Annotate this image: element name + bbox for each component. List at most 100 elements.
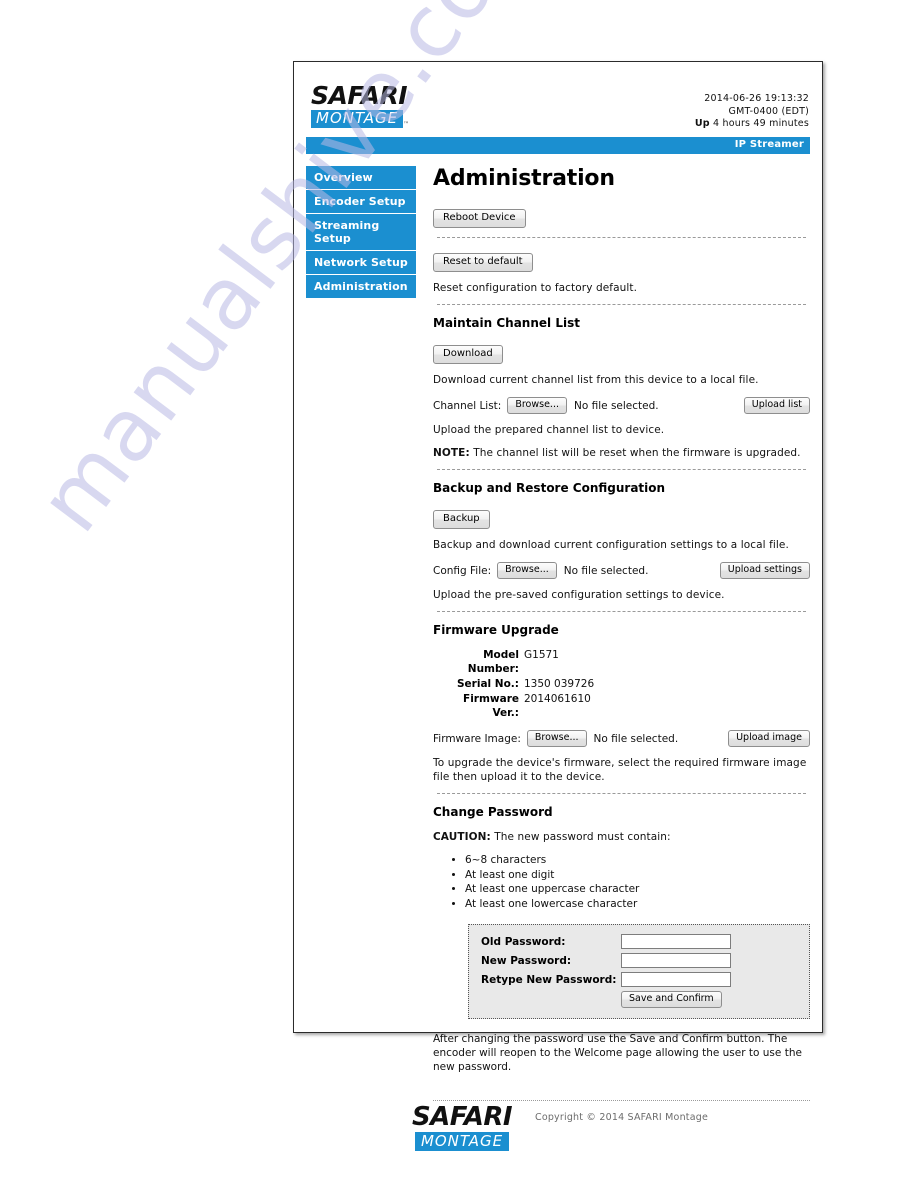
header-datetime: 2014-06-26 19:13:32 — [704, 93, 809, 104]
safari-montage-logo: SAFARI MONTAGE ™ — [311, 83, 426, 128]
password-footer-text: After changing the password use the Save… — [433, 1033, 802, 1073]
password-caution-text: The new password must contain: — [490, 831, 671, 843]
divider-2 — [437, 304, 806, 305]
main-content: Administration Reboot Device Reset to de… — [416, 166, 810, 1123]
firmware-serial-row: Serial No.: 1350 039726 — [433, 677, 810, 691]
divider-5 — [437, 793, 806, 794]
backup-button[interactable]: Backup — [433, 510, 490, 529]
sidebar-item-streaming-setup[interactable]: Streaming Setup — [306, 214, 416, 251]
firmware-upgrade-section: Firmware Upgrade Model Number: G1571 Ser… — [433, 623, 810, 784]
firmware-image-row: Firmware Image: Browse... No file select… — [433, 730, 810, 747]
firmware-model-value: G1571 — [524, 649, 559, 661]
body-row: Overview Encoder Setup Streaming Setup N… — [306, 166, 810, 1123]
old-password-row: Old Password: — [481, 934, 797, 949]
save-and-confirm-button[interactable]: Save and Confirm — [621, 991, 722, 1008]
footer-logo-montage-text: MONTAGE — [414, 1132, 510, 1151]
firmware-version-label: Firmware Ver.: — [463, 693, 519, 719]
new-password-label: New Password: — [481, 954, 572, 967]
device-banner-label: IP Streamer — [734, 139, 804, 150]
footer-logo-safari-text: SAFARI — [411, 1102, 513, 1132]
backup-restore-heading: Backup and Restore Configuration — [433, 481, 666, 495]
sidebar-item-administration[interactable]: Administration — [306, 275, 416, 298]
change-password-form: Old Password: New Password: Retype New P… — [468, 924, 810, 1019]
device-webui-frame: SAFARI MONTAGE ™ 2014-06-26 19:13:32 GMT-… — [293, 61, 823, 1123]
logo-montage-text: MONTAGE — [311, 110, 404, 128]
webui-inner: SAFARI MONTAGE ™ 2014-06-26 19:13:32 GMT-… — [306, 73, 810, 1123]
divider-3 — [437, 469, 806, 470]
change-password-heading: Change Password — [433, 805, 553, 819]
firmware-image-label: Firmware Image: — [433, 732, 521, 745]
header-uptime-label: Up — [694, 118, 710, 129]
sidebar-item-network-setup[interactable]: Network Setup — [306, 251, 416, 275]
upload-settings-button[interactable]: Upload settings — [719, 562, 810, 579]
retype-password-label: Retype New Password: — [481, 973, 617, 986]
logo-trademark-icon: ™ — [403, 121, 410, 128]
new-password-input[interactable] — [621, 953, 731, 968]
firmware-version-row: Firmware Ver.: 2014061610 — [433, 692, 810, 720]
maintain-channel-list-heading: Maintain Channel List — [433, 316, 580, 330]
password-rules-list: 6~8 characters At least one digit At lea… — [433, 853, 810, 911]
reboot-device-button[interactable]: Reboot Device — [433, 209, 526, 228]
password-rule-uppercase: At least one uppercase character — [465, 882, 810, 897]
firmware-upgrade-heading: Firmware Upgrade — [433, 623, 559, 637]
download-channel-list-button[interactable]: Download — [433, 345, 503, 364]
page-title: Administration — [433, 166, 615, 191]
firmware-model-label: Model Number: — [467, 649, 519, 675]
maintain-channel-list-section: Maintain Channel List Download Download … — [433, 316, 810, 460]
old-password-label: Old Password: — [481, 935, 566, 948]
password-rule-lowercase: At least one lowercase character — [465, 897, 810, 912]
backup-description: Backup and download current configuratio… — [433, 539, 789, 551]
channel-list-note-label: NOTE: — [433, 447, 470, 459]
sidebar-item-encoder-setup[interactable]: Encoder Setup — [306, 190, 416, 214]
sidebar-nav: Overview Encoder Setup Streaming Setup N… — [306, 166, 416, 1123]
config-file-row: Config File: Browse... No file selected.… — [433, 562, 810, 579]
download-channel-list-description: Download current channel list from this … — [433, 374, 759, 386]
header-clock: 2014-06-26 19:13:32 GMT-0400 (EDT) Up 4 … — [695, 93, 809, 131]
backup-restore-section: Backup and Restore Configuration Backup … — [433, 481, 810, 602]
channel-list-browse-button[interactable]: Browse... — [507, 397, 567, 414]
password-rule-digit: At least one digit — [465, 868, 810, 883]
logo-safari-text: SAFARI — [311, 81, 408, 110]
header: SAFARI MONTAGE ™ 2014-06-26 19:13:32 GMT-… — [306, 73, 810, 135]
config-file-browse-button[interactable]: Browse... — [497, 562, 557, 579]
reset-to-default-button[interactable]: Reset to default — [433, 253, 533, 272]
header-timezone: GMT-0400 (EDT) — [728, 105, 809, 117]
firmware-info-table: Model Number: G1571 Serial No.: 1350 039… — [433, 648, 810, 720]
page-footer-logo: SAFARI MONTAGE — [410, 1104, 514, 1151]
firmware-serial-value: 1350 039726 — [524, 678, 595, 690]
retype-password-input[interactable] — [621, 972, 731, 987]
reset-description: Reset configuration to factory default. — [433, 282, 638, 294]
divider-4 — [437, 611, 806, 612]
change-password-section: Change Password CAUTION: The new passwor… — [433, 805, 810, 1074]
save-confirm-row: Save and Confirm — [481, 991, 797, 1008]
device-banner-bar: IP Streamer — [306, 137, 810, 154]
divider-1 — [437, 237, 806, 238]
password-caution: CAUTION: The new password must contain: — [433, 830, 810, 844]
firmware-image-browse-button[interactable]: Browse... — [526, 730, 587, 747]
firmware-image-no-file-text: No file selected. — [593, 732, 679, 745]
firmware-version-value: 2014061610 — [524, 693, 591, 705]
channel-list-no-file-text: No file selected. — [574, 399, 659, 412]
password-rule-length: 6~8 characters — [465, 853, 810, 868]
reboot-section: Reboot Device — [433, 205, 810, 228]
password-caution-label: CAUTION: — [433, 831, 491, 843]
footer-divider — [433, 1100, 810, 1101]
config-file-label: Config File: — [433, 564, 492, 577]
channel-list-note: NOTE: The channel list will be reset whe… — [433, 446, 810, 460]
firmware-serial-label: Serial No.: — [457, 678, 519, 690]
retype-password-row: Retype New Password: — [481, 972, 797, 987]
new-password-row: New Password: — [481, 953, 797, 968]
old-password-input[interactable] — [621, 934, 731, 949]
firmware-upgrade-description: To upgrade the device's firmware, select… — [433, 757, 807, 783]
upload-image-button[interactable]: Upload image — [728, 730, 810, 747]
header-uptime-value: 4 hours 49 minutes — [713, 118, 809, 129]
upload-channel-list-description: Upload the prepared channel list to devi… — [433, 424, 665, 436]
reset-section: Reset to default Reset configuration to … — [433, 249, 810, 295]
upload-settings-description: Upload the pre-saved configuration setti… — [433, 589, 725, 601]
channel-list-file-row: Channel List: Browse... No file selected… — [433, 397, 810, 414]
sidebar-item-overview[interactable]: Overview — [306, 166, 416, 190]
config-file-no-file-text: No file selected. — [563, 564, 649, 577]
channel-list-note-text: The channel list will be reset when the … — [469, 447, 801, 459]
channel-list-file-label: Channel List: — [433, 399, 502, 412]
upload-channel-list-button[interactable]: Upload list — [743, 397, 810, 414]
